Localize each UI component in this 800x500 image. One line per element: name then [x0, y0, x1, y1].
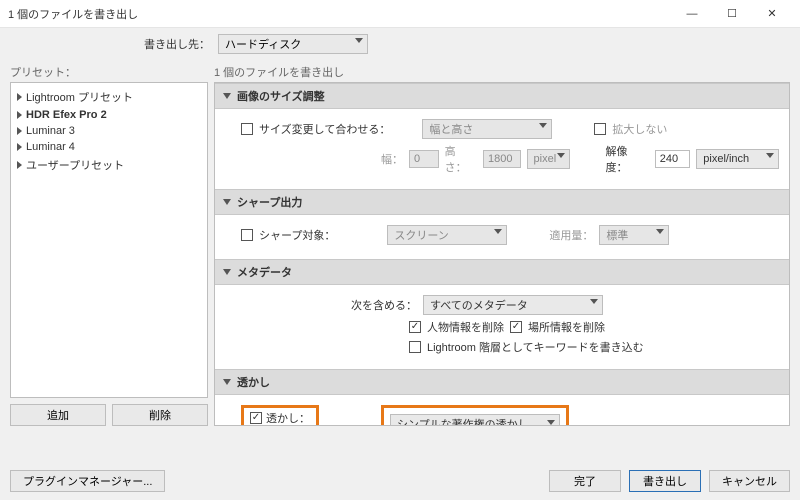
- fit-select[interactable]: 幅と高さ: [422, 119, 552, 139]
- sharpen-amount-select[interactable]: 標準: [599, 225, 669, 245]
- preset-item[interactable]: Lightroom プリセット: [11, 87, 207, 107]
- sharpen-amount-label: 適用量：: [549, 227, 593, 243]
- lr-keywords-label: Lightroom 階層としてキーワードを書き込む: [427, 339, 644, 355]
- maximize-button[interactable]: ☐: [712, 0, 752, 28]
- right-header: 1 個のファイルを書き出し: [214, 64, 790, 80]
- preset-list[interactable]: Lightroom プリセット HDR Efex Pro 2 Luminar 3…: [10, 82, 208, 398]
- export-to-select[interactable]: ハードディスク: [218, 34, 368, 54]
- width-input[interactable]: 0: [409, 150, 439, 168]
- window-title: 1 個のファイルを書き出し: [8, 6, 672, 22]
- chevron-down-icon: [355, 38, 363, 43]
- resolution-label: 解像度：: [606, 143, 649, 175]
- triangle-icon: [17, 161, 22, 169]
- include-select[interactable]: すべてのメタデータ: [423, 295, 603, 315]
- preset-item[interactable]: ユーザープリセット: [11, 155, 207, 175]
- cancel-button[interactable]: キャンセル: [709, 470, 790, 492]
- export-to-value: ハードディスク: [225, 36, 301, 52]
- watermark-check-highlight: 透かし：: [241, 405, 319, 426]
- triangle-icon: [17, 93, 22, 101]
- no-enlarge-label: 拡大しない: [612, 121, 667, 137]
- sharpen-target-select[interactable]: スクリーン: [387, 225, 507, 245]
- disclosure-icon: [223, 269, 231, 275]
- chevron-down-icon: [557, 153, 565, 158]
- resize-label: サイズ変更して合わせる：: [259, 121, 390, 137]
- triangle-icon: [17, 143, 22, 151]
- disclosure-icon: [223, 93, 231, 99]
- remove-preset-button[interactable]: 削除: [112, 404, 208, 426]
- watermark-select[interactable]: シンプルな著作権の透かし Photografanロゴ画像白 Photografa…: [390, 414, 560, 426]
- section-watermark[interactable]: 透かし: [215, 369, 789, 395]
- preset-item[interactable]: HDR Efex Pro 2: [11, 107, 207, 123]
- watermark-checkbox[interactable]: [250, 412, 262, 424]
- resize-checkbox[interactable]: [241, 123, 253, 135]
- remove-person-label: 人物情報を削除: [427, 319, 504, 335]
- resolution-unit-select[interactable]: pixel/inch: [696, 149, 779, 169]
- height-input[interactable]: 1800: [483, 150, 520, 168]
- resolution-input[interactable]: 240: [655, 150, 691, 168]
- lr-keywords-checkbox[interactable]: [409, 341, 421, 353]
- sharpen-checkbox[interactable]: [241, 229, 253, 241]
- done-button[interactable]: 完了: [549, 470, 621, 492]
- remove-place-checkbox[interactable]: [510, 321, 522, 333]
- chevron-down-icon: [547, 420, 555, 425]
- preset-item[interactable]: Luminar 4: [11, 139, 207, 155]
- triangle-icon: [17, 127, 22, 135]
- disclosure-icon: [223, 379, 231, 385]
- triangle-icon: [17, 111, 22, 119]
- close-button[interactable]: ✕: [752, 0, 792, 28]
- unit-select[interactable]: pixel: [527, 149, 570, 169]
- chevron-down-icon: [656, 229, 664, 234]
- settings-panel: 画像のサイズ調整 サイズ変更して合わせる： 幅と高さ 拡大しない 幅： 0 高さ…: [214, 82, 790, 426]
- chevron-down-icon: [766, 153, 774, 158]
- width-label: 幅：: [381, 151, 403, 167]
- section-image-size[interactable]: 画像のサイズ調整: [215, 83, 789, 109]
- remove-place-label: 場所情報を削除: [528, 319, 605, 335]
- watermark-label: 透かし：: [266, 410, 310, 426]
- chevron-down-icon: [590, 299, 598, 304]
- include-label: 次を含める：: [351, 297, 417, 313]
- plugin-manager-button[interactable]: プラグインマネージャー...: [10, 470, 165, 492]
- remove-person-checkbox[interactable]: [409, 321, 421, 333]
- export-button[interactable]: 書き出し: [629, 470, 701, 492]
- no-enlarge-checkbox[interactable]: [594, 123, 606, 135]
- preset-item[interactable]: Luminar 3: [11, 123, 207, 139]
- chevron-down-icon: [539, 123, 547, 128]
- sharpen-label: シャープ対象：: [259, 227, 335, 243]
- height-label: 高さ：: [445, 143, 477, 175]
- disclosure-icon: [223, 199, 231, 205]
- chevron-down-icon: [494, 229, 502, 234]
- preset-header: プリセット：: [10, 64, 208, 80]
- section-sharpen[interactable]: シャープ出力: [215, 189, 789, 215]
- export-to-label: 書き出し先：: [10, 36, 210, 52]
- watermark-dropdown-highlight: シンプルな著作権の透かし Photografanロゴ画像白 Photografa…: [381, 405, 569, 426]
- minimize-button[interactable]: —: [672, 0, 712, 28]
- add-preset-button[interactable]: 追加: [10, 404, 106, 426]
- section-metadata[interactable]: メタデータ: [215, 259, 789, 285]
